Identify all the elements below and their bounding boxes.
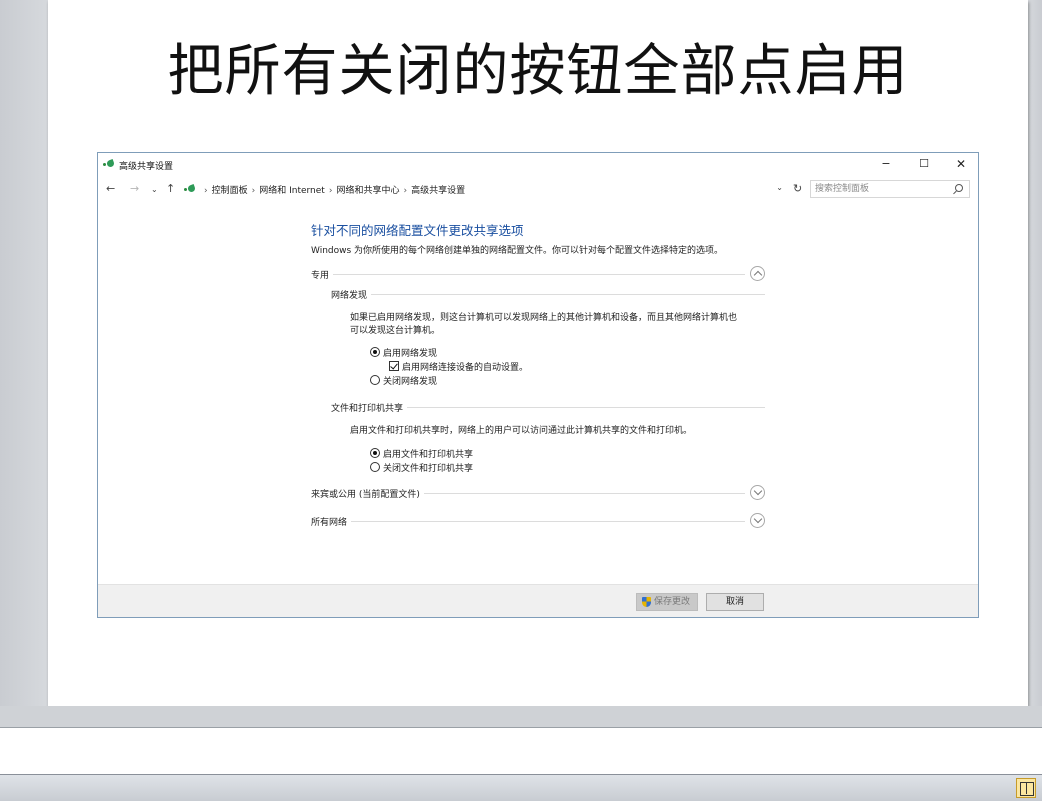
advanced-sharing-window: 高级共享设置 − ☐ ✕ ← → ⌄ ↑ › 控制面板 › 网络和 Internet ›… — [97, 152, 979, 618]
refresh-icon[interactable]: ↻ — [793, 182, 802, 195]
shield-icon — [642, 597, 651, 607]
cancel-button[interactable]: 取消 — [706, 593, 764, 611]
checkbox-label: 启用网络连接设备的自动设置。 — [402, 363, 529, 373]
radio-label: 启用网络发现 — [383, 349, 438, 359]
divider — [311, 274, 745, 275]
maximize-button[interactable]: ☐ — [917, 157, 931, 171]
left-gutter — [0, 0, 48, 718]
window-titlebar: 高级共享设置 − ☐ ✕ — [98, 153, 978, 175]
file-printer-description: 启用文件和打印机共享时，网络上的用户可以访问通过此计算机共享的文件和打印机。 — [350, 426, 693, 436]
subsection-label: 文件和打印机共享 — [331, 401, 408, 414]
up-arrow-icon[interactable]: ↑ — [166, 182, 175, 196]
checkbox-checked[interactable] — [389, 361, 399, 371]
divider — [331, 294, 765, 295]
breadcrumb-item-network-internet[interactable]: 网络和 Internet — [259, 186, 325, 196]
minimize-button[interactable]: − — [879, 157, 893, 171]
address-bar[interactable]: › 控制面板 › 网络和 Internet › 网络和共享中心 › 高级共享设置 ⌄ — [182, 180, 791, 198]
radio-selected[interactable] — [370, 448, 380, 458]
radio-label: 启用文件和打印机共享 — [383, 450, 474, 460]
search-box[interactable] — [810, 180, 970, 198]
section-all-networks[interactable]: 所有网络 — [311, 513, 766, 529]
breadcrumb: › 控制面板 › 网络和 Internet › 网络和共享中心 › 高级共享设置 — [200, 183, 465, 196]
close-button[interactable]: ✕ — [954, 157, 968, 171]
window-footer: 保存更改 取消 — [98, 584, 978, 617]
expand-chevron-icon[interactable] — [750, 485, 765, 500]
divider — [311, 521, 745, 522]
collapse-chevron-icon[interactable] — [750, 266, 765, 281]
page-description: Windows 为你所使用的每个网络创建单独的网络配置文件。你可以针对每个配置文… — [311, 246, 724, 256]
section-label: 来宾或公用 (当前配置文件) — [311, 487, 424, 500]
description-line: 可以发现这台计算机。 — [350, 326, 441, 336]
forward-arrow-icon[interactable]: → — [130, 182, 139, 196]
section-label: 所有网络 — [311, 515, 352, 528]
window-title: 高级共享设置 — [119, 162, 174, 172]
address-bar-row: ← → ⌄ ↑ › 控制面板 › 网络和 Internet › 网络和共享中心 › 高级共享设… — [98, 180, 978, 198]
chevron-right-icon: › — [328, 186, 333, 196]
subsection-label: 网络发现 — [331, 288, 372, 301]
chevron-down-icon[interactable]: ⌄ — [776, 183, 783, 192]
breadcrumb-item-control-panel[interactable]: 控制面板 — [212, 186, 248, 196]
chevron-right-icon: › — [204, 186, 208, 196]
network-icon — [184, 184, 196, 194]
chevron-right-icon: › — [251, 186, 256, 196]
description-line: 如果已启用网络发现，则这台计算机可以发现网络上的其他计算机和设备，而且其他网络计… — [350, 313, 738, 323]
breadcrumb-item-sharing-center[interactable]: 网络和共享中心 — [336, 186, 399, 196]
subsection-file-printer-sharing: 文件和打印机共享 — [331, 401, 765, 414]
button-label: 保存更改 — [654, 597, 691, 607]
network-discovery-description: 如果已启用网络发现，则这台计算机可以发现网络上的其他计算机和设备，而且其他网络计… — [350, 312, 737, 338]
section-private[interactable]: 专用 — [311, 266, 766, 282]
radio-label: 关闭文件和打印机共享 — [383, 464, 474, 474]
save-changes-button[interactable]: 保存更改 — [636, 593, 698, 611]
breadcrumb-item-advanced-sharing[interactable]: 高级共享设置 — [411, 186, 465, 196]
search-icon — [955, 184, 963, 192]
chevron-right-icon: › — [403, 186, 408, 196]
search-input[interactable] — [815, 182, 945, 196]
network-icon — [103, 159, 115, 169]
normal-view-icon[interactable] — [1016, 778, 1036, 798]
back-arrow-icon[interactable]: ← — [106, 182, 115, 196]
status-bar — [0, 775, 1042, 801]
radio-unselected[interactable] — [370, 462, 380, 472]
radio-selected[interactable] — [370, 347, 380, 357]
section-label: 专用 — [311, 268, 334, 281]
radio-unselected[interactable] — [370, 375, 380, 385]
slide-area-bottom — [0, 706, 1042, 728]
slide-canvas: 把所有关闭的按钮全部点启用 高级共享设置 − ☐ ✕ ← → ⌄ ↑ › 控制面板… — [48, 0, 1028, 706]
expand-chevron-icon[interactable] — [750, 513, 765, 528]
right-scroll-gutter — [1028, 0, 1042, 718]
section-guest-public[interactable]: 来宾或公用 (当前配置文件) — [311, 485, 766, 501]
notes-pane[interactable] — [0, 728, 1042, 775]
slide-title: 把所有关闭的按钮全部点启用 — [167, 39, 909, 104]
recent-locations-icon[interactable]: ⌄ — [151, 183, 158, 197]
page-heading: 针对不同的网络配置文件更改共享选项 — [311, 223, 524, 238]
radio-label: 关闭网络发现 — [383, 377, 438, 387]
subsection-network-discovery: 网络发现 — [331, 288, 765, 301]
